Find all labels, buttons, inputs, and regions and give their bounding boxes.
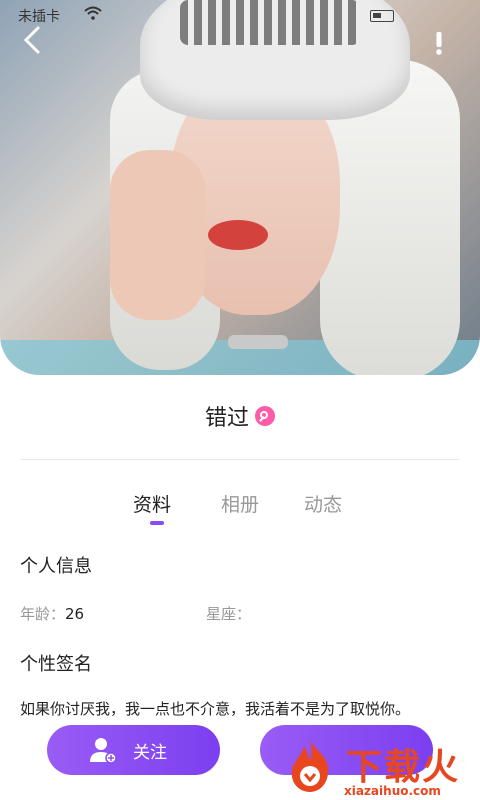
age-row: 年龄：26: [20, 603, 84, 624]
follow-button[interactable]: 关注: [47, 725, 220, 775]
constellation-label: 星座：: [206, 605, 252, 623]
active-tab-indicator: [150, 521, 164, 525]
flame-logo-icon: [291, 740, 329, 792]
age-label: 年龄：: [20, 605, 66, 623]
watermark-title: 下载火: [346, 747, 461, 788]
status-bar: 未插卡: [0, 0, 480, 30]
tab-profile-info[interactable]: 资料: [133, 490, 171, 517]
user-add-icon: [90, 738, 117, 764]
watermark: 下载火 xiazaihuo.com: [280, 730, 480, 800]
back-arrow-icon[interactable]: [18, 24, 44, 56]
constellation-row: 星座：: [206, 603, 251, 624]
follow-label: 关注: [133, 743, 167, 763]
profile-name: 错过: [204, 406, 249, 431]
tab-moments[interactable]: 动态: [304, 490, 342, 517]
age-value: 26: [65, 605, 85, 623]
wifi-icon: [84, 6, 102, 20]
profile-tabs: 资料 相册 动态: [0, 490, 480, 530]
profile-cover-photo: [0, 0, 480, 375]
signature-title: 个性签名: [20, 654, 92, 675]
divider: [20, 459, 460, 460]
signature-text: 如果你讨厌我，我一点也不介意，我活着不是为了取悦你。: [20, 700, 411, 718]
more-icon[interactable]: [432, 30, 446, 56]
battery-icon: [370, 10, 394, 22]
personal-info-title: 个人信息: [20, 556, 92, 577]
female-gender-icon: [255, 406, 275, 426]
profile-name-row: 错过: [0, 400, 480, 440]
carrier-text: 未插卡: [18, 9, 60, 25]
watermark-url: xiazaihuo.com: [344, 784, 441, 798]
tab-album[interactable]: 相册: [221, 490, 259, 517]
